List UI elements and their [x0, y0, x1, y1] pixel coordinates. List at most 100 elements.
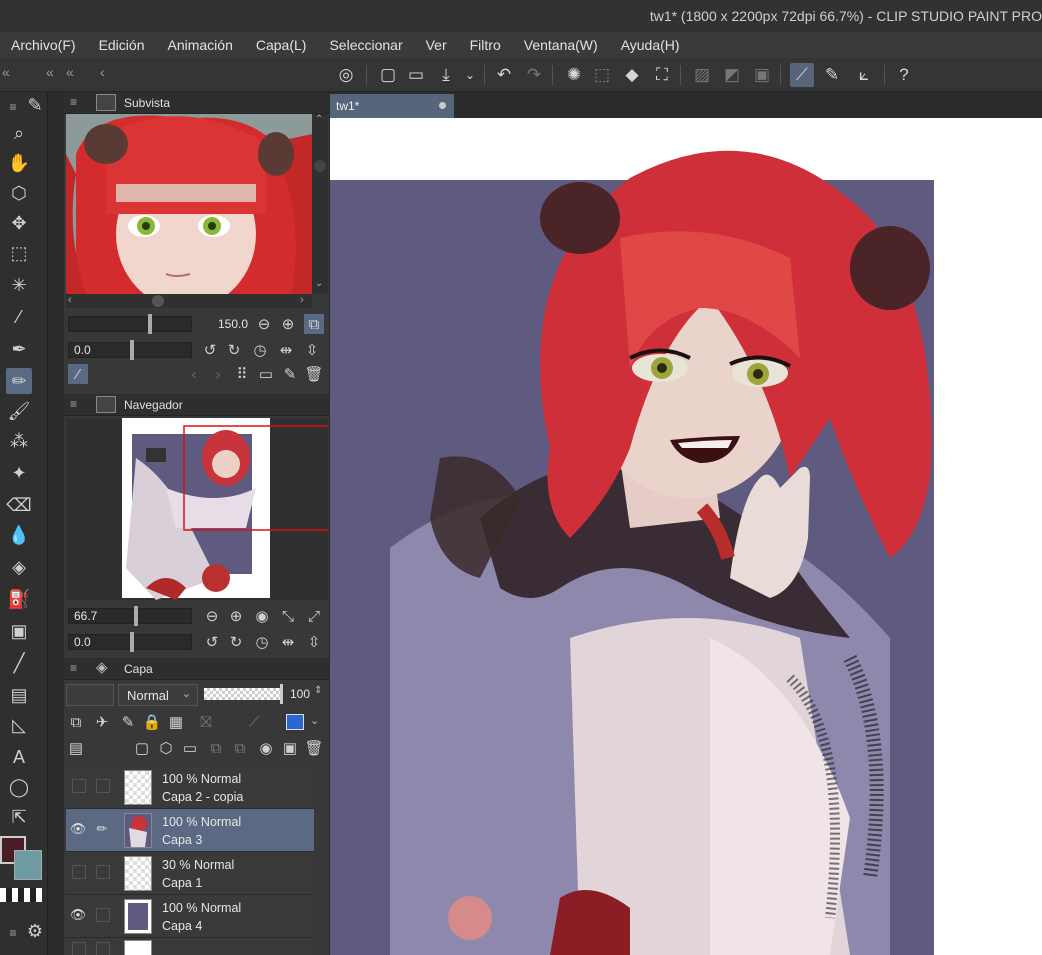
scroll-thumb[interactable] [314, 160, 326, 172]
lock-transparency-icon[interactable]: ▦ [166, 712, 186, 732]
visibility-toggle[interactable] [72, 942, 86, 955]
subvista-angle-value[interactable]: 0.0 [74, 343, 91, 357]
actual-size-icon[interactable]: ◉ [252, 606, 272, 626]
fill-tool-icon[interactable]: ◈ [6, 554, 32, 580]
apply-mask-icon[interactable]: ▣ [280, 738, 300, 758]
rotate-left-icon[interactable]: ↺ [200, 340, 220, 360]
menu-animacion[interactable]: Animación [156, 32, 244, 58]
loading-icon[interactable]: ✺ [562, 63, 586, 87]
visibility-toggle[interactable] [72, 779, 86, 793]
menu-ventana[interactable]: Ventana(W) [513, 32, 610, 58]
delete-icon[interactable]: 🗑 [304, 364, 324, 384]
sub-color-swatch[interactable] [14, 850, 42, 880]
snap-special-ruler-icon[interactable]: ⟀ [852, 63, 876, 87]
mask-icon[interactable]: ⛝ [196, 712, 216, 732]
move-icon[interactable]: ✥ [6, 210, 32, 236]
decoration-icon[interactable]: ✦ [6, 460, 32, 486]
balloon-icon[interactable]: ◯ [6, 774, 32, 800]
document-tab[interactable]: tw1* [330, 94, 454, 118]
clip-studio-icon[interactable]: ◎ [334, 63, 358, 87]
layer-menu-icon[interactable]: ▤ [66, 738, 86, 758]
next-image-icon[interactable]: › [208, 364, 228, 384]
hide-selection-icon[interactable]: ▨ [690, 63, 714, 87]
selection-icon[interactable]: ⬚ [6, 240, 32, 266]
capa-header[interactable]: ≡ ◈ Capa [64, 658, 329, 680]
eye-icon[interactable]: 👁 [70, 821, 87, 837]
object-icon[interactable]: ⬡ [6, 180, 32, 206]
gradient-icon[interactable]: ▣ [6, 618, 32, 644]
subvista-zoom-slider[interactable] [68, 316, 192, 332]
menu-seleccionar[interactable]: Seleccionar [318, 32, 414, 58]
edit-icon[interactable]: ✎ [280, 364, 300, 384]
scroll-left-icon[interactable]: ‹ [68, 294, 72, 306]
hand-icon[interactable]: ✋ [6, 150, 32, 176]
zoom-in-icon[interactable]: ⊕ [226, 606, 246, 626]
text-icon[interactable]: A [6, 744, 32, 770]
new-folder-icon[interactable]: ▭ [180, 738, 200, 758]
new-file-icon[interactable]: ▢ [376, 63, 400, 87]
navegador-zoom-value[interactable]: 66.7 [74, 609, 97, 623]
snap-ruler-icon[interactable]: ⟋ [790, 63, 814, 87]
import-image-icon[interactable]: ▭ [256, 364, 276, 384]
snap-brush-icon[interactable]: ✎ [820, 63, 844, 87]
figure-icon[interactable]: ╱ [6, 650, 32, 676]
collapse-icon[interactable]: « [46, 64, 54, 80]
scroll-up-icon[interactable]: ⌃ [315, 114, 323, 125]
brush-icon[interactable]: ✎ [22, 92, 48, 118]
slider-knob[interactable] [130, 632, 134, 652]
menu-archivo[interactable]: Archivo(F) [0, 32, 88, 58]
merge-down-icon[interactable]: ⧉ [230, 738, 250, 758]
scroll-down-icon[interactable]: ⌄ [315, 278, 323, 289]
rotate-left-icon[interactable]: ↺ [202, 632, 222, 652]
delete-layer-icon[interactable]: 🗑 [304, 738, 324, 758]
slider-knob[interactable] [134, 606, 138, 626]
blend-mode-select[interactable]: Normal ⌄ [118, 684, 198, 706]
rotate-right-icon[interactable]: ↻ [224, 340, 244, 360]
chevron-down-icon[interactable]: ⌄ [310, 714, 319, 727]
transform-icon[interactable]: ⛶ [650, 63, 674, 87]
open-folder-icon[interactable]: ▭ [404, 63, 428, 87]
layer-row[interactable]: 30 % Normal Capa 1 [66, 852, 314, 895]
layer-row[interactable]: 👁 100 % Normal Capa 4 [66, 895, 314, 938]
collapse-panel-icon[interactable]: « [66, 64, 74, 80]
zoom-icon[interactable]: ⌕ [6, 120, 32, 146]
new-vector-layer-icon[interactable]: ⬡ [156, 738, 176, 758]
help-icon[interactable]: ? [892, 63, 916, 87]
blend-mode-preview[interactable] [66, 684, 114, 706]
subvista-horizontal-scrollbar[interactable]: ‹ › [66, 294, 312, 308]
slider-knob[interactable] [148, 314, 152, 334]
navegador-header[interactable]: ≡ Navegador [64, 394, 329, 416]
menu-edicion[interactable]: Edición [88, 32, 157, 58]
layer-row[interactable]: 👁 ✏ 100 % Normal Capa 3 [66, 809, 314, 852]
grid-icon[interactable]: ⠿ [232, 364, 252, 384]
zoom-out-icon[interactable]: ⊖ [254, 314, 274, 334]
pencil-icon[interactable]: ✏ [94, 821, 110, 837]
transparent-color-swatch[interactable] [0, 888, 42, 902]
eraser-icon[interactable]: ⌫ [6, 492, 32, 518]
layer-mask-icon[interactable]: ◉ [256, 738, 276, 758]
lock-icon[interactable]: 🔒 [142, 712, 162, 732]
airbrush-icon[interactable]: ⁂ [6, 428, 32, 454]
brush-tool-icon[interactable]: 🖌 [6, 398, 32, 424]
magic-wand-icon[interactable]: ✳ [6, 272, 32, 298]
pencil-icon[interactable]: ✏ [6, 368, 32, 394]
fit-navigator-icon[interactable]: ⤢ [304, 606, 324, 626]
scroll-right-icon[interactable]: › [300, 294, 304, 306]
menu-icon[interactable]: ≡ [70, 661, 77, 675]
opacity-slider[interactable] [204, 688, 282, 700]
invert-selection-icon[interactable]: ◩ [720, 63, 744, 87]
draft-layer-icon[interactable]: ✎ [118, 712, 138, 732]
eyedropper-icon[interactable]: ⁄ [68, 364, 88, 384]
new-raster-layer-icon[interactable]: ▢ [132, 738, 152, 758]
prev-image-icon[interactable]: ‹ [184, 364, 204, 384]
edit-toggle[interactable] [96, 779, 110, 793]
reset-rotation-icon[interactable]: ◷ [252, 632, 272, 652]
ruler-icon[interactable]: ◺ [6, 712, 32, 738]
fit-to-window-icon[interactable]: ⤡ [278, 606, 298, 626]
menu-icon[interactable]: ≡ [70, 397, 77, 411]
eyedropper-icon[interactable]: ⁄ [6, 304, 32, 330]
edit-toggle[interactable] [96, 908, 110, 922]
correct-line-icon[interactable]: ⇱ [6, 804, 32, 830]
menu-ayuda[interactable]: Ayuda(H) [610, 32, 692, 58]
zoom-in-icon[interactable]: ⊕ [278, 314, 298, 334]
